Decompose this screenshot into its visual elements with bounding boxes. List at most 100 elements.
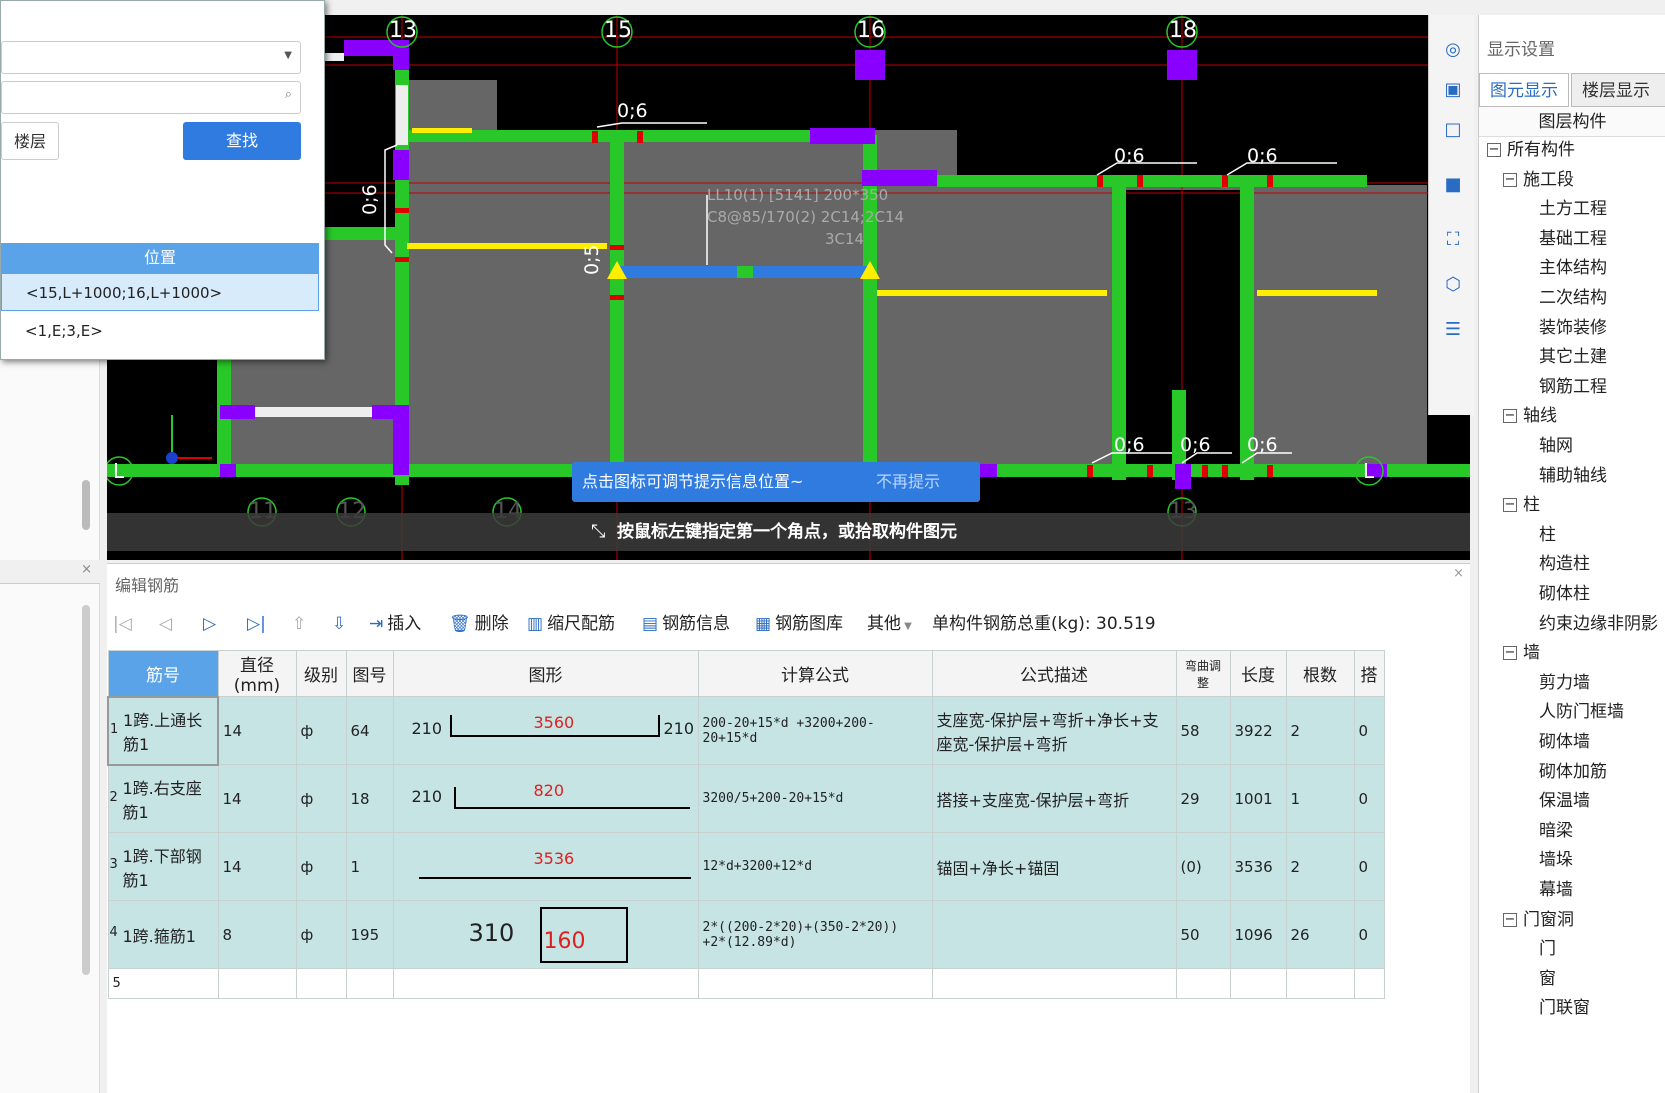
grade-cell[interactable]: ф xyxy=(295,900,347,969)
shape-cell[interactable]: 210 820 xyxy=(392,764,699,833)
col-header[interactable]: 公式描述 xyxy=(931,650,1177,697)
table-row[interactable]: 4 1跨.箍筋1 8 ф 195 310 160 2*((200-2*20)+(350-2*2… xyxy=(107,900,1385,969)
diameter-cell[interactable]: 8 xyxy=(217,900,297,969)
empty-cell[interactable] xyxy=(931,968,1177,999)
empty-cell[interactable] xyxy=(1285,968,1355,999)
collapse-icon[interactable]: − xyxy=(1503,912,1517,927)
lap-cell[interactable]: 0 xyxy=(1353,832,1385,901)
rebar-library-button[interactable]: ▦ 钢筋图库 xyxy=(755,604,843,644)
collapse-icon[interactable]: − xyxy=(1503,646,1517,661)
empty-cell[interactable] xyxy=(345,968,394,999)
tree-item[interactable]: 基础工程 xyxy=(1539,224,1607,254)
collapse-icon[interactable]: − xyxy=(1503,409,1517,424)
find-result-row[interactable]: <1,E;3,E> xyxy=(1,312,319,350)
tree-item[interactable]: 砌体柱 xyxy=(1539,579,1590,609)
rebar-name-cell[interactable]: 1 1跨.上通长筋1 xyxy=(107,695,219,766)
cube-icon[interactable]: ⬡ xyxy=(1439,270,1467,298)
figure-number-cell[interactable]: 64 xyxy=(345,696,394,765)
grade-cell[interactable]: ф xyxy=(295,764,347,833)
empty-cell[interactable]: 5 xyxy=(107,968,219,999)
fit-view-icon[interactable]: ⛶ xyxy=(1439,225,1467,253)
col-header[interactable]: 长度 xyxy=(1229,650,1287,697)
empty-cell[interactable] xyxy=(1175,968,1231,999)
move-up-icon[interactable]: ⇧ xyxy=(292,604,306,644)
solid-box-icon[interactable]: ■ xyxy=(1439,170,1467,198)
tree-item[interactable]: 窗 xyxy=(1539,964,1556,994)
bend-adjust-cell[interactable]: 29 xyxy=(1175,764,1231,833)
floor-button[interactable]: 楼层 xyxy=(1,122,59,160)
tree-item[interactable]: 钢筋工程 xyxy=(1539,372,1607,402)
close-icon[interactable]: × xyxy=(81,562,92,577)
empty-cell[interactable] xyxy=(1229,968,1287,999)
lap-cell[interactable]: 0 xyxy=(1353,764,1385,833)
description-cell[interactable]: 搭接+支座宽-保护层+弯折 xyxy=(931,764,1177,833)
tree-item[interactable]: 保温墙 xyxy=(1539,786,1590,816)
tree-item[interactable]: 辅助轴线 xyxy=(1539,461,1607,491)
table-row[interactable]: 3 1跨.下部钢筋1 14 ф 1 3536 12*d+3200+12*d 锚固+净长+锚固(… xyxy=(107,832,1385,901)
figure-number-cell[interactable]: 195 xyxy=(345,900,394,969)
col-header[interactable]: 图形 xyxy=(392,650,699,697)
table-row-empty[interactable]: 5 xyxy=(107,968,1385,999)
close-icon[interactable]: × xyxy=(1453,566,1464,581)
col-header[interactable]: 级别 xyxy=(295,650,347,697)
rebar-name-cell[interactable]: 4 1跨.箍筋1 xyxy=(107,900,219,969)
grade-cell[interactable]: ф xyxy=(295,832,347,901)
tree-item[interactable]: 主体结构 xyxy=(1539,253,1607,283)
first-icon[interactable]: |◁ xyxy=(113,604,132,644)
bend-adjust-cell[interactable]: (0) xyxy=(1175,832,1231,901)
count-cell[interactable]: 2 xyxy=(1285,696,1355,765)
col-header[interactable]: 搭 xyxy=(1353,650,1385,697)
col-header[interactable]: 计算公式 xyxy=(697,650,933,697)
collapse-icon[interactable]: − xyxy=(1503,498,1517,513)
empty-cell[interactable] xyxy=(295,968,347,999)
last-icon[interactable]: ▷| xyxy=(247,604,266,644)
tree-item[interactable]: − 轴线 xyxy=(1503,401,1557,431)
empty-cell[interactable] xyxy=(392,968,699,999)
formula-cell[interactable]: 3200/5+200-20+15*d xyxy=(697,764,933,833)
description-cell[interactable]: 支座宽-保护层+弯折+净长+支座宽-保护层+弯折 xyxy=(931,696,1177,765)
table-row[interactable]: 2 1跨.右支座筋1 14 ф 18 210 820 3200/5+200-20+15*d 搭接… xyxy=(107,764,1385,833)
collapse-icon[interactable]: − xyxy=(1503,172,1517,187)
tree-item[interactable]: − 所有构件 xyxy=(1487,135,1575,165)
tree-item[interactable]: − 柱 xyxy=(1503,490,1540,520)
tree-item[interactable]: 墙垛 xyxy=(1539,845,1573,875)
col-header[interactable]: 弯曲调整 xyxy=(1175,650,1231,697)
description-cell[interactable]: 锚固+净长+锚固 xyxy=(931,832,1177,901)
other-menu-button[interactable]: 其他 ▼ xyxy=(867,604,912,644)
length-cell[interactable]: 1001 xyxy=(1229,764,1287,833)
delete-button[interactable]: 🗑 删除 xyxy=(449,604,509,644)
table-row[interactable]: 1 1跨.上通长筋1 14 ф 64 210 3560 210 200-20+15*d +320… xyxy=(107,695,1385,766)
search-input[interactable]: ⌕ xyxy=(1,81,301,114)
figure-number-cell[interactable]: 1 xyxy=(345,832,394,901)
find-button[interactable]: 查找 xyxy=(183,122,301,160)
shape-cell[interactable]: 310 160 xyxy=(392,900,699,969)
col-header[interactable]: 直径(mm) xyxy=(217,650,297,697)
col-header[interactable]: 根数 xyxy=(1285,650,1355,697)
tree-item[interactable]: 约束边缘非阴影 xyxy=(1539,609,1658,639)
move-down-icon[interactable]: ⇩ xyxy=(332,604,346,644)
description-cell[interactable] xyxy=(931,900,1177,969)
tree-item[interactable]: 剪力墙 xyxy=(1539,668,1590,698)
tree-item[interactable]: 构造柱 xyxy=(1539,549,1590,579)
tree-item[interactable]: 轴网 xyxy=(1539,431,1573,461)
diameter-cell[interactable]: 14 xyxy=(217,696,297,765)
tree-item[interactable]: − 施工段 xyxy=(1503,165,1574,195)
tree-item[interactable]: − 墙 xyxy=(1503,638,1540,668)
insert-button[interactable]: ⇥ 插入 xyxy=(369,604,421,644)
formula-cell[interactable]: 2*((200-2*20)+(350-2*20)) +2*(12.89*d) xyxy=(697,900,933,969)
empty-cell[interactable] xyxy=(1353,968,1385,999)
tree-item[interactable]: 装饰装修 xyxy=(1539,313,1607,343)
tree-item[interactable]: 砌体加筋 xyxy=(1539,757,1607,787)
prev-icon[interactable]: ◁ xyxy=(159,604,172,644)
tree-item[interactable]: 其它土建 xyxy=(1539,342,1607,372)
lap-cell[interactable]: 0 xyxy=(1353,900,1385,969)
figure-number-cell[interactable]: 18 xyxy=(345,764,394,833)
scrollbar[interactable] xyxy=(82,480,90,530)
tree-item[interactable]: 门 xyxy=(1539,934,1556,964)
length-cell[interactable]: 3922 xyxy=(1229,696,1287,765)
tree-item[interactable]: 土方工程 xyxy=(1539,194,1607,224)
box-view-icon[interactable]: □ xyxy=(1439,115,1467,143)
length-cell[interactable]: 1096 xyxy=(1229,900,1287,969)
rebar-name-cell[interactable]: 3 1跨.下部钢筋1 xyxy=(107,832,219,901)
empty-cell[interactable] xyxy=(697,968,933,999)
